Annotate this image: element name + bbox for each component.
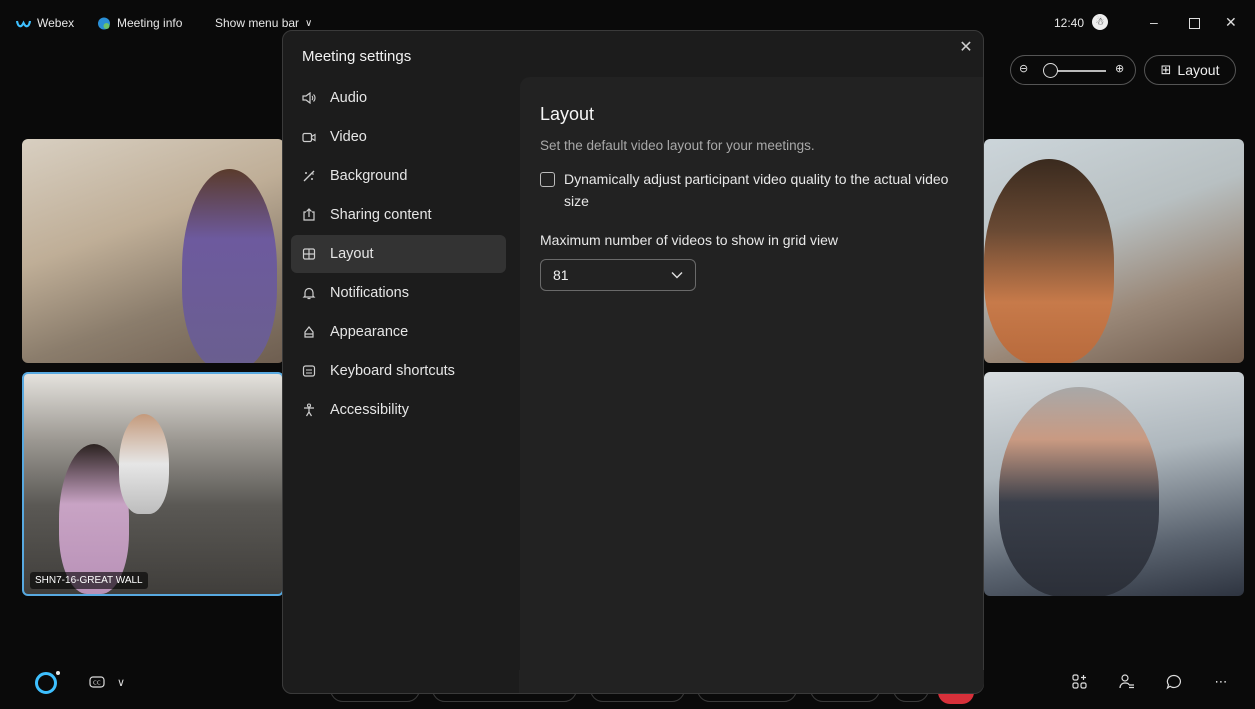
nav-item-accessibility[interactable]: Accessibility [291, 391, 506, 429]
zoom-in-icon[interactable]: ⊕ [1115, 62, 1124, 75]
dialog-title: Meeting settings [302, 48, 412, 65]
dynamic-quality-option[interactable]: Dynamically adjust participant video qua… [540, 168, 970, 212]
zoom-knob[interactable] [1043, 63, 1058, 78]
zoom-slider[interactable]: ⊖ ⊕ [1010, 55, 1136, 85]
close-dialog-icon[interactable]: ✕ [956, 37, 976, 57]
nav-item-label: Accessibility [330, 402, 409, 418]
webex-logo[interactable]: Webex [16, 16, 74, 30]
participant-video [182, 169, 277, 363]
max-videos-value: 81 [553, 267, 569, 283]
more-options-icon[interactable]: ⋯ [1210, 671, 1232, 693]
apps-icon[interactable] [1069, 671, 1091, 693]
chat-icon[interactable] [1163, 671, 1185, 693]
participants-icon[interactable] [1116, 671, 1138, 693]
section-description: Set the default video layout for your me… [540, 138, 815, 153]
nav-item-audio[interactable]: Audio [291, 79, 506, 117]
clock: 12:40 [1054, 16, 1084, 30]
app-name: Webex [37, 16, 75, 30]
tile-name-label: SHN7-16-GREAT WALL [30, 572, 148, 589]
video-tile-4[interactable] [984, 372, 1244, 596]
speaker-icon [302, 91, 316, 105]
nav-item-label: Appearance [330, 324, 409, 340]
webex-assistant-icon[interactable] [35, 672, 57, 694]
nav-item-background[interactable]: Background [291, 157, 506, 195]
nav-item-label: Keyboard shortcuts [330, 363, 455, 379]
accessibility-icon [302, 403, 316, 417]
layout-button[interactable]: ⊞ Layout [1144, 55, 1236, 85]
nav-item-video[interactable]: Video [291, 118, 506, 156]
webex-icon [16, 20, 31, 27]
participant-video [984, 159, 1114, 363]
chevron-down-icon[interactable]: ∨ [110, 671, 132, 693]
share-icon [302, 208, 316, 222]
chevron-down-icon: ∨ [305, 17, 313, 29]
nav-item-label: Notifications [330, 285, 409, 301]
minimize-icon[interactable]: – [1150, 14, 1158, 30]
meeting-info-icon [98, 17, 110, 29]
max-videos-select[interactable]: 81 [540, 259, 696, 291]
meeting-info-label: Meeting info [117, 16, 183, 30]
nav-item-appearance[interactable]: Appearance [291, 313, 506, 351]
closed-captions-icon[interactable]: CC [86, 671, 108, 693]
time-label: 12:40 [1054, 16, 1085, 30]
bell-icon [302, 286, 316, 300]
panel-bottom-edge [519, 670, 984, 693]
chevron-down-icon [671, 272, 683, 279]
section-title: Layout [540, 104, 595, 124]
nav-item-label: Layout [330, 246, 374, 262]
zoom-out-icon[interactable]: ⊖ [1019, 62, 1028, 75]
grid-view-label: Maximum number of videos to show in grid… [540, 232, 839, 248]
video-tile-1[interactable] [22, 139, 284, 363]
meeting-info-button[interactable]: Meeting info [97, 16, 182, 30]
keyboard-icon [302, 364, 316, 378]
close-window-icon[interactable]: ✕ [1225, 14, 1237, 31]
participant-video [999, 387, 1159, 596]
grid-icon: ⊞ [1160, 62, 1172, 77]
nav-item-label: Background [330, 168, 408, 184]
layout-button-label: Layout [1177, 62, 1220, 78]
assistant-status-dot [56, 671, 60, 675]
maximize-icon[interactable] [1189, 18, 1200, 29]
nav-item-label: Audio [330, 90, 368, 106]
nav-item-layout[interactable]: Layout [291, 235, 506, 273]
paint-bucket-icon [302, 325, 316, 339]
participant-video [119, 414, 169, 514]
nav-item-sharing-content[interactable]: Sharing content [291, 196, 506, 234]
show-menu-bar-button[interactable]: Show menu bar ∨ [215, 16, 312, 30]
nav-item-keyboard-shortcuts[interactable]: Keyboard shortcuts [291, 352, 506, 390]
meeting-settings-dialog: Meeting settings ✕ Audio Video Backgroun… [282, 30, 984, 694]
camera-icon [302, 130, 316, 144]
grid-icon [302, 247, 316, 261]
show-menu-bar-label: Show menu bar [215, 16, 300, 30]
settings-nav: Audio Video Background Sharing content L… [291, 79, 506, 430]
layout-settings-panel: Layout Set the default video layout for … [520, 77, 983, 693]
magic-wand-icon [302, 169, 316, 183]
video-tile-3[interactable] [984, 139, 1244, 363]
video-tile-2[interactable]: SHN7-16-GREAT WALL [22, 372, 284, 596]
nav-item-label: Sharing content [330, 207, 432, 223]
user-avatar-icon[interactable]: ☃ [1092, 14, 1108, 30]
dynamic-quality-label: Dynamically adjust participant video qua… [564, 171, 949, 209]
dynamic-quality-checkbox[interactable] [540, 172, 555, 187]
svg-text:CC: CC [93, 681, 101, 687]
nav-item-label: Video [330, 129, 367, 145]
zoom-track[interactable] [1051, 70, 1106, 72]
nav-item-notifications[interactable]: Notifications [291, 274, 506, 312]
